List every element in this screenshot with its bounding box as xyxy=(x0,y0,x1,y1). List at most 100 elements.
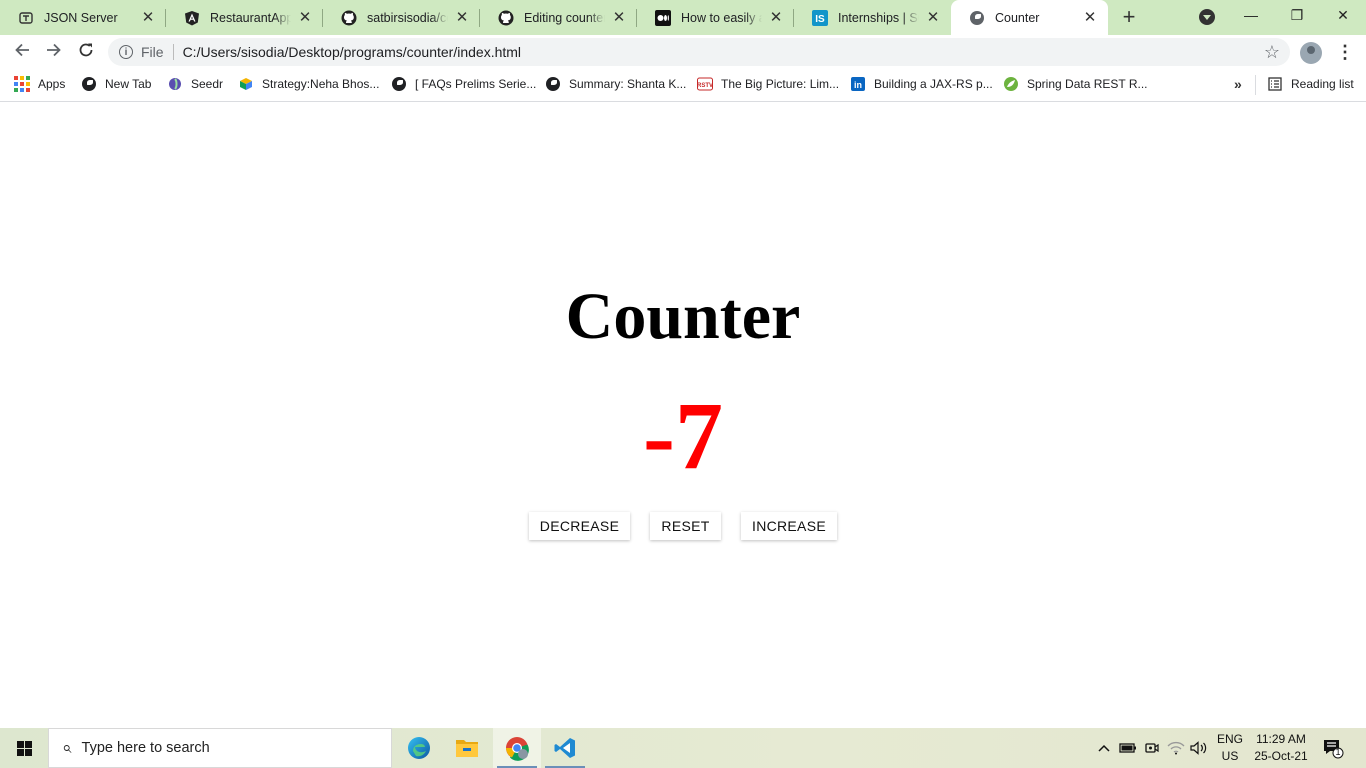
tab-title: Counter xyxy=(995,10,1040,25)
bookmark-big-picture[interactable]: RSTV The Big Picture: Lim... xyxy=(697,69,839,99)
tab-json-server[interactable]: JSON Server ✕ xyxy=(0,0,166,35)
globe-icon xyxy=(969,10,985,26)
wifi-icon[interactable] xyxy=(1166,728,1186,768)
counter-value: -7 xyxy=(643,382,723,489)
bookmark-label: New Tab xyxy=(105,77,152,91)
svg-text:in: in xyxy=(854,80,862,90)
windows-logo-icon xyxy=(16,740,32,756)
bookmark-star-icon[interactable]: ☆ xyxy=(1264,42,1280,62)
back-arrow-icon[interactable] xyxy=(10,40,34,64)
tab-strip: JSON Server ✕ RestaurantApp ✕ satbirsiso… xyxy=(0,0,1366,35)
bookmark-label: Summary: Shanta K... xyxy=(569,77,687,91)
reading-list-button[interactable]: Reading list xyxy=(1267,69,1354,99)
start-button[interactable] xyxy=(0,728,48,768)
search-icon: ⌕ xyxy=(62,738,72,757)
vscode-icon[interactable] xyxy=(541,728,589,768)
tab-restaurantapp[interactable]: RestaurantApp ✕ xyxy=(166,0,323,35)
language-code: ENG xyxy=(1216,732,1243,746)
increase-button[interactable]: INCREASE xyxy=(741,512,837,540)
rstv-icon: RSTV xyxy=(697,76,713,92)
close-window-button[interactable]: ✕ xyxy=(1320,0,1366,30)
bookmark-strategy[interactable]: Strategy:Neha Bhos... xyxy=(238,69,379,99)
page-title: Counter xyxy=(565,280,801,353)
bookmarks-bar: Apps New Tab Seedr Strategy:Neha Bhos...… xyxy=(0,69,1366,102)
bookmark-label: Seedr xyxy=(191,77,224,91)
medium-icon xyxy=(655,9,671,26)
spring-icon xyxy=(1003,76,1019,92)
tab-close-icon[interactable]: ✕ xyxy=(297,9,313,26)
bookmark-label: Spring Data REST R... xyxy=(1027,77,1148,91)
json-server-icon xyxy=(18,10,34,26)
decrease-button[interactable]: DECREASE xyxy=(529,512,630,540)
forward-arrow-icon[interactable] xyxy=(42,40,66,64)
bookmark-label: The Big Picture: Lim... xyxy=(721,77,840,91)
bookmark-new-tab[interactable]: New Tab xyxy=(81,69,151,99)
reset-button[interactable]: RESET xyxy=(650,512,721,540)
svg-text:IS: IS xyxy=(815,14,825,25)
tab-counter[interactable]: Counter ✕ xyxy=(951,0,1108,35)
tab-search-icon[interactable] xyxy=(1199,9,1215,25)
volume-icon[interactable] xyxy=(1189,728,1209,768)
bookmark-summary[interactable]: Summary: Shanta K... xyxy=(545,69,686,99)
page-content: Counter -7 DECREASE RESET INCREASE xyxy=(0,102,1366,728)
menu-dots-icon[interactable]: ⋮ xyxy=(1336,43,1354,63)
tab-title: Editing counter-p xyxy=(524,10,605,25)
bookmark-seedr[interactable]: Seedr xyxy=(167,69,223,99)
profile-avatar[interactable] xyxy=(1300,42,1322,64)
language-indicator[interactable]: ENG US xyxy=(1212,731,1248,765)
restore-button[interactable]: ❐ xyxy=(1274,0,1320,30)
reload-icon[interactable] xyxy=(74,40,98,64)
edge-icon[interactable] xyxy=(395,728,443,768)
battery-icon[interactable] xyxy=(1118,728,1138,768)
tab-title: RestaurantApp xyxy=(210,10,291,25)
bookmark-apps[interactable]: Apps xyxy=(14,69,65,99)
taskbar-search-box[interactable]: ⌕ Type here to search xyxy=(48,728,392,768)
seedr-icon xyxy=(167,76,183,92)
search-placeholder: Type here to search xyxy=(81,740,210,756)
scheme-label: File xyxy=(141,44,164,60)
bookmark-jax-rs[interactable]: in Building a JAX-RS p... xyxy=(850,69,993,99)
tab-close-icon[interactable]: ✕ xyxy=(454,9,470,26)
browser-toolbar: i File C:/Users/sisodia/Desktop/programs… xyxy=(0,35,1366,69)
internshala-icon: IS xyxy=(812,9,828,26)
tab-close-icon[interactable]: ✕ xyxy=(925,9,941,26)
bookmark-label: [ FAQs Prelims Serie... xyxy=(415,77,537,91)
globe-icon xyxy=(391,76,407,92)
new-tab-button[interactable]: + xyxy=(1118,6,1140,28)
bookmarks-divider xyxy=(1255,75,1256,95)
svg-text:RSTV: RSTV xyxy=(697,83,713,89)
tab-close-icon[interactable]: ✕ xyxy=(768,9,784,26)
info-icon[interactable]: i xyxy=(119,45,133,59)
linkedin-icon: in xyxy=(850,76,866,92)
omnibox-divider xyxy=(172,44,174,60)
tab-how-to-add[interactable]: How to easily add ✕ xyxy=(637,0,794,35)
tab-internships[interactable]: IS Internships | Summ ✕ xyxy=(794,0,951,35)
tab-github-counter[interactable]: satbirsisodia/counter ✕ xyxy=(323,0,480,35)
tray-overflow-chevron-icon[interactable] xyxy=(1096,728,1112,768)
chrome-icon[interactable] xyxy=(493,728,541,768)
reading-list-label: Reading list xyxy=(1291,77,1354,91)
angular-icon xyxy=(184,10,200,26)
globe-icon xyxy=(81,76,97,92)
meet-now-icon[interactable] xyxy=(1143,728,1161,768)
tab-title: satbirsisodia/counter xyxy=(367,10,448,25)
bookmark-faqs[interactable]: [ FAQs Prelims Serie... xyxy=(391,69,536,99)
bookmark-label: Building a JAX-RS p... xyxy=(874,77,993,91)
tab-editing-counter[interactable]: Editing counter-p ✕ xyxy=(480,0,637,35)
globe-icon xyxy=(545,76,561,92)
address-bar[interactable]: i File C:/Users/sisodia/Desktop/programs… xyxy=(108,38,1290,66)
tab-title: Internships | Summ xyxy=(838,10,919,25)
github-icon xyxy=(498,10,514,26)
tab-close-icon[interactable]: ✕ xyxy=(611,9,627,26)
minimize-button[interactable]: — xyxy=(1228,0,1274,30)
notification-center-icon[interactable]: 1 xyxy=(1322,737,1344,759)
bookmarks-more-button[interactable]: » xyxy=(1234,76,1242,92)
url-text[interactable]: C:/Users/sisodia/Desktop/programs/counte… xyxy=(183,44,521,60)
tab-close-icon[interactable]: ✕ xyxy=(1082,9,1098,26)
bookmark-spring-data[interactable]: Spring Data REST R... xyxy=(1003,69,1148,99)
reading-list-icon xyxy=(1267,76,1283,92)
system-clock[interactable]: 11:29 AM 25-Oct-21 xyxy=(1248,731,1314,765)
tab-close-icon[interactable]: ✕ xyxy=(140,9,156,26)
cube-icon xyxy=(238,76,254,92)
file-explorer-icon[interactable] xyxy=(443,728,491,768)
